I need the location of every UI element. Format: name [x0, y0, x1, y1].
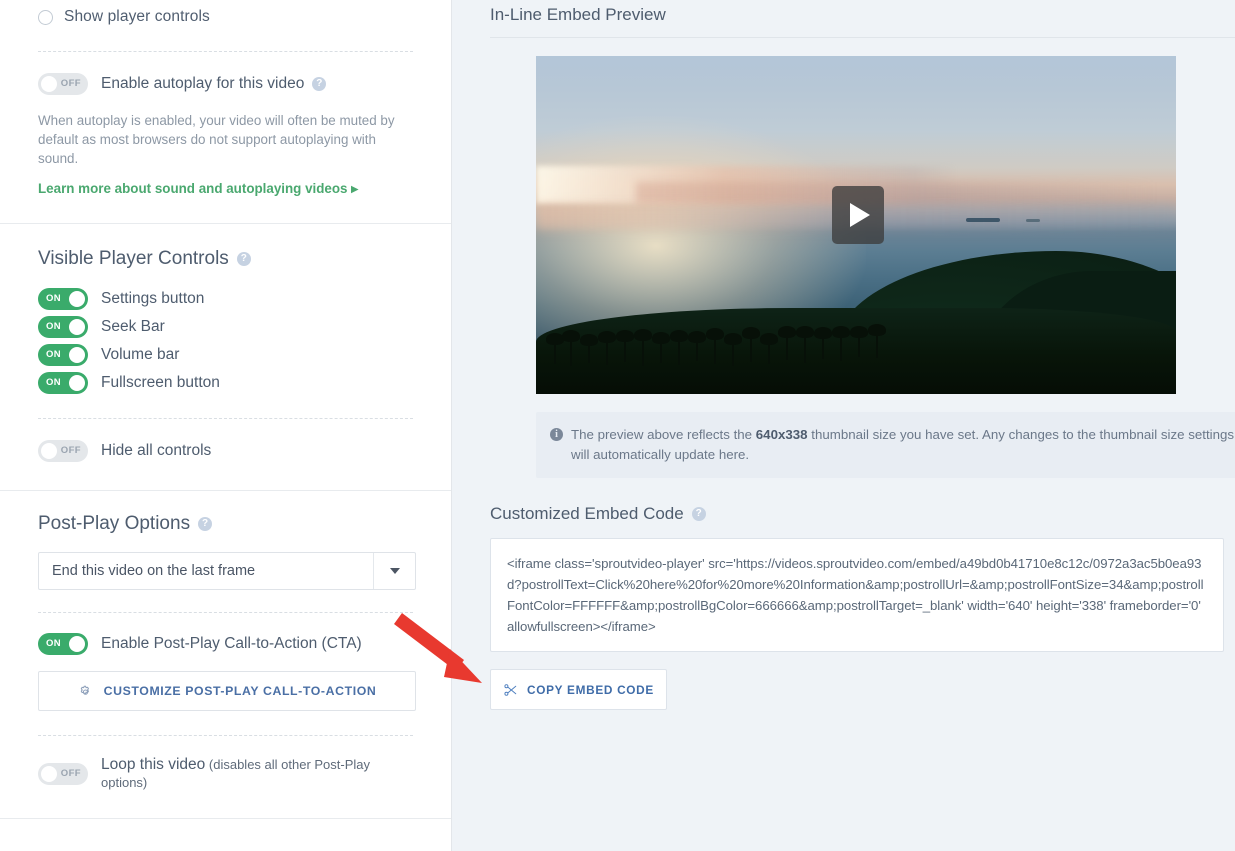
loop-toggle-row[interactable]: OFF Loop this video (disables all other …: [38, 756, 413, 792]
toggle-state: ON: [46, 638, 62, 649]
autoplay-learn-more-link[interactable]: Learn more about sound and autoplaying v…: [38, 181, 358, 197]
autoplay-toggle-state: OFF: [60, 78, 81, 89]
toggle-knob: [69, 319, 85, 335]
embed-settings-page: Show player controls OFF Enable autoplay…: [0, 0, 1235, 851]
cloud-band-secondary: [636, 182, 1156, 204]
question-mark-icon[interactable]: ?: [236, 252, 251, 266]
heading-text: Visible Player Controls: [38, 248, 229, 269]
autoplay-label: Enable autoplay for this video: [101, 75, 305, 92]
toggle-knob: [41, 76, 57, 92]
hide-all-controls-row[interactable]: OFF Hide all controls: [38, 440, 413, 462]
customize-cta-label: CUSTOMIZE POST-PLAY CALL-TO-ACTION: [103, 684, 377, 698]
fullscreen-button-toggle-row[interactable]: ON Fullscreen button: [38, 372, 413, 394]
show-player-controls-radio[interactable]: [38, 9, 53, 25]
question-mark-icon[interactable]: ?: [312, 77, 327, 91]
cta-toggle[interactable]: ON: [38, 633, 88, 655]
hide-all-controls-toggle[interactable]: OFF: [38, 440, 88, 462]
toggle-state: OFF: [60, 445, 81, 456]
video-thumbnail-preview[interactable]: [536, 56, 1176, 394]
palm-tree-row: [536, 314, 966, 366]
toggle-knob: [69, 636, 85, 652]
thumbnail-size-notice: i The preview above reflects the 640x338…: [536, 412, 1235, 478]
toggle-knob: [69, 347, 85, 363]
loop-label: Loop this video: [101, 756, 206, 773]
distant-ship: [966, 218, 1000, 222]
toggle-knob: [69, 375, 85, 391]
embed-code-heading: Customized Embed Code ?: [490, 504, 1235, 524]
toggle-state: ON: [46, 321, 62, 332]
embed-code-textarea[interactable]: <iframe class='sproutvideo-player' src='…: [490, 538, 1224, 652]
autoplay-toggle-row[interactable]: OFF Enable autoplay for this video ?: [38, 73, 413, 95]
copy-embed-code-button[interactable]: COPY EMBED CODE: [490, 669, 667, 710]
fullscreen-button-label: Fullscreen button: [101, 374, 220, 391]
play-triangle: [850, 203, 870, 227]
question-mark-icon[interactable]: ?: [198, 517, 213, 531]
volume-bar-toggle[interactable]: ON: [38, 344, 88, 366]
divider: [38, 735, 413, 736]
toggle-state: ON: [46, 293, 62, 304]
heading-text: Post-Play Options: [38, 513, 191, 534]
autoplay-description: When autoplay is enabled, your video wil…: [38, 113, 395, 166]
toggle-knob: [69, 291, 85, 307]
toggle-state: ON: [46, 349, 62, 360]
title-rule: [490, 37, 1235, 38]
volume-bar-label: Volume bar: [101, 346, 180, 363]
notice-text-before: The preview above reflects the: [571, 427, 756, 442]
toggle-knob: [41, 443, 57, 459]
settings-button-toggle-row[interactable]: ON Settings button: [38, 288, 413, 310]
divider: [38, 612, 413, 613]
info-icon: i: [550, 428, 563, 441]
chevron-down-icon[interactable]: [373, 553, 415, 589]
card-bottom-edge: [0, 818, 451, 819]
distant-ship-small: [1026, 219, 1040, 222]
embed-preview-panel: In-Line Embed Preview i The preview abov…: [452, 0, 1235, 851]
scissors-icon: [504, 683, 517, 696]
settings-button-toggle[interactable]: ON: [38, 288, 88, 310]
settings-button-label: Settings button: [101, 290, 205, 307]
copy-embed-code-label: COPY EMBED CODE: [527, 682, 654, 697]
post-play-group: Post-Play Options ? End this video on th…: [0, 491, 451, 792]
cta-toggle-label: Enable Post-Play Call-to-Action (CTA): [101, 635, 362, 652]
toggle-state: ON: [46, 377, 62, 388]
page-title: In-Line Embed Preview: [490, 5, 666, 24]
notice-text: The preview above reflects the 640x338 t…: [571, 425, 1235, 465]
toggle-knob: [41, 766, 57, 782]
toggle-state: OFF: [60, 768, 81, 779]
seek-bar-toggle-row[interactable]: ON Seek Bar: [38, 316, 413, 338]
loop-label-wrap: Loop this video (disables all other Post…: [101, 756, 413, 792]
visible-player-controls-group: Visible Player Controls ? ON Settings bu…: [0, 224, 451, 462]
volume-bar-toggle-row[interactable]: ON Volume bar: [38, 344, 413, 366]
post-play-select-value: End this video on the last frame: [52, 563, 256, 579]
show-player-controls-row[interactable]: Show player controls: [0, 0, 451, 26]
gear-icon: [80, 685, 89, 695]
question-mark-icon[interactable]: ?: [691, 507, 706, 521]
autoplay-toggle[interactable]: OFF: [38, 73, 88, 95]
post-play-heading: Post-Play Options ?: [38, 513, 413, 535]
show-player-controls-label: Show player controls: [64, 8, 210, 25]
hide-all-controls-label: Hide all controls: [101, 442, 212, 459]
thumbnail-size-value: 640x338: [755, 427, 808, 442]
post-play-select[interactable]: End this video on the last frame: [38, 552, 416, 590]
play-button-icon[interactable]: [832, 186, 884, 244]
customize-cta-button[interactable]: CUSTOMIZE POST-PLAY CALL-TO-ACTION: [38, 671, 416, 711]
visible-player-controls-heading: Visible Player Controls ?: [38, 248, 413, 270]
cta-toggle-row[interactable]: ON Enable Post-Play Call-to-Action (CTA): [38, 633, 413, 655]
seek-bar-label: Seek Bar: [101, 318, 165, 335]
loop-toggle[interactable]: OFF: [38, 763, 88, 785]
divider: [38, 418, 413, 419]
seek-bar-toggle[interactable]: ON: [38, 316, 88, 338]
player-settings-panel: Show player controls OFF Enable autoplay…: [0, 0, 452, 851]
autoplay-group: OFF Enable autoplay for this video ? Whe…: [0, 52, 451, 198]
heading-text: Customized Embed Code: [490, 504, 684, 523]
fullscreen-button-toggle[interactable]: ON: [38, 372, 88, 394]
